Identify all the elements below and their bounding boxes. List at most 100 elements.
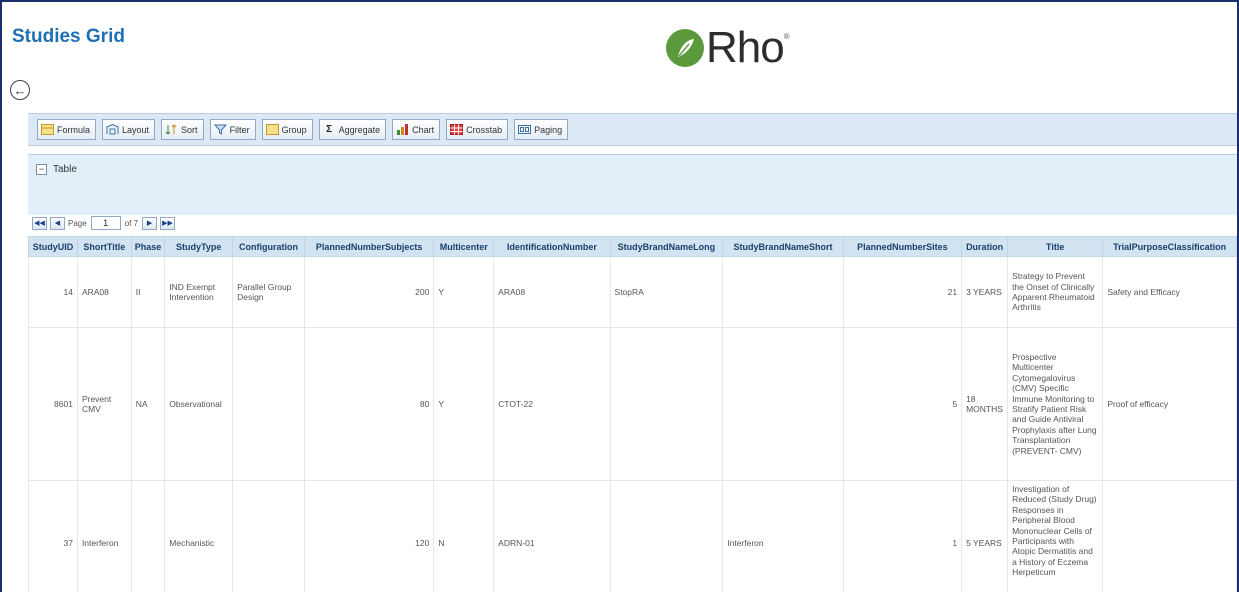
rho-leaf-icon (666, 29, 704, 67)
cell-plannednumbersites: 1 (842, 480, 963, 592)
cell-studybrandnameshort (722, 256, 844, 328)
column-header[interactable]: Title (1007, 236, 1104, 257)
cell-phase (130, 480, 166, 592)
cell-multicenter: Y (433, 327, 495, 481)
table-row[interactable]: 37 Interferon Mechanistic 120 N ADRN-01 … (28, 480, 1237, 592)
rho-logo: Rho ® (666, 26, 790, 70)
sort-button[interactable]: Sort (161, 119, 204, 140)
cell-multicenter: N (433, 480, 495, 592)
formula-button[interactable]: Formula (37, 119, 97, 140)
group-icon (265, 124, 279, 135)
column-header[interactable]: StudyType (164, 236, 234, 257)
page-number-input[interactable]: 1 (90, 216, 121, 230)
chart-button[interactable]: Chart (392, 119, 441, 140)
cell-configuration (232, 480, 305, 592)
cell-title: Investigation of Reduced (Study Drug) Re… (1007, 480, 1104, 592)
paging-label: Paging (534, 124, 563, 135)
chart-label: Chart (412, 124, 435, 135)
group-label: Group (281, 124, 307, 135)
page-title: Studies Grid (12, 26, 125, 47)
cell-phase: II (130, 256, 166, 328)
cell-identificationnumber: CTOT-22 (493, 327, 611, 481)
toolbar: Formula Layout Sort Filter Group Σ Aggre… (28, 113, 1237, 146)
last-page-icon[interactable]: ▶▶ (160, 216, 176, 230)
pager: ◀◀ ◀ Page 1 of 7 ▶ ▶▶ (32, 216, 178, 230)
column-header[interactable]: ShortTitle (76, 236, 132, 257)
logo-registered: ® (783, 32, 790, 41)
column-header[interactable]: StudyBrandNameLong (609, 236, 724, 257)
filter-label: Filter (229, 124, 250, 135)
cell-configuration: Parallel Group Design (232, 256, 305, 328)
cell-plannednumbersubjects: 200 (303, 256, 435, 328)
cell-studybrandnameshort (722, 327, 844, 481)
cell-plannednumbersites: 21 (842, 256, 963, 328)
cell-studyuid: 8601 (28, 327, 78, 481)
cell-trialpurposeclassification: Safety and Efficacy (1102, 256, 1237, 328)
cell-identificationnumber: ADRN-01 (493, 480, 611, 592)
group-button[interactable]: Group (261, 119, 313, 140)
cell-multicenter: Y (433, 256, 495, 328)
filter-icon (213, 124, 227, 135)
layout-icon (106, 123, 119, 135)
cell-studybrandnamelong (609, 480, 724, 592)
cell-plannednumbersites: 5 (842, 327, 963, 481)
back-arrow-icon[interactable]: ← (10, 80, 30, 100)
crosstab-icon (450, 124, 464, 135)
column-header[interactable]: StudyUID (28, 236, 78, 257)
next-page-icon[interactable]: ▶ (142, 216, 158, 230)
column-header[interactable]: PlannedNumberSubjects (303, 236, 435, 257)
crosstab-button[interactable]: Crosstab (446, 119, 509, 140)
cell-configuration (232, 327, 305, 481)
cell-title: Prospective Multicenter Cytomegalovirus … (1007, 327, 1104, 481)
cell-duration: 3 YEARS (961, 256, 1009, 328)
column-header[interactable]: Configuration (232, 236, 305, 257)
aggregate-button[interactable]: Σ Aggregate (318, 119, 387, 140)
cell-shorttitle: Interferon (76, 480, 132, 592)
paging-button[interactable]: Paging (514, 119, 569, 140)
cell-trialpurposeclassification (1102, 480, 1237, 592)
cell-shorttitle: ARA08 (76, 256, 132, 328)
filter-button[interactable]: Filter (209, 119, 256, 140)
formula-label: Formula (57, 124, 91, 135)
column-header[interactable]: Multicenter (433, 236, 495, 257)
sort-icon (165, 124, 178, 135)
crosstab-label: Crosstab (466, 124, 503, 135)
table-row[interactable]: 8601 Prevent CMV NA Observational 80 Y C… (28, 327, 1237, 481)
column-header[interactable]: Duration (961, 236, 1009, 257)
cell-studybrandnamelong (609, 327, 724, 481)
prev-page-icon[interactable]: ◀ (50, 216, 65, 230)
cell-identificationnumber: ARA08 (493, 256, 611, 328)
table-panel: − Table (28, 154, 1237, 215)
layout-button[interactable]: Layout (102, 119, 156, 140)
paging-icon (518, 124, 532, 135)
table-panel-header: − Table (36, 164, 77, 175)
cell-studyuid: 37 (28, 480, 78, 592)
cell-studytype: Observational (164, 327, 234, 481)
layout-label: Layout (122, 124, 150, 135)
column-header[interactable]: PlannedNumberSites (842, 236, 963, 257)
cell-studytype: Mechanistic (164, 480, 234, 592)
cell-duration: 5 YEARS (961, 480, 1009, 592)
cell-phase: NA (130, 327, 166, 481)
cell-studybrandnamelong: StopRA (609, 256, 724, 328)
cell-studytype: IND Exempt Intervention (164, 256, 234, 328)
first-page-icon[interactable]: ◀◀ (32, 216, 47, 230)
collapse-icon[interactable]: − (36, 164, 47, 175)
formula-icon (41, 124, 54, 135)
cell-studyuid: 14 (28, 256, 78, 328)
page-label: Page (68, 218, 87, 228)
column-header[interactable]: TrialPurposeClassification (1102, 236, 1237, 257)
cell-plannednumbersubjects: 120 (303, 480, 435, 592)
cell-title: Strategy to Prevent the Onset of Clinica… (1007, 256, 1104, 328)
studies-table: StudyUID ShortTitle Phase StudyType Conf… (28, 236, 1237, 592)
column-header[interactable]: IdentificationNumber (493, 236, 611, 257)
table-header-row: StudyUID ShortTitle Phase StudyType Conf… (28, 236, 1237, 257)
column-header[interactable]: Phase (130, 236, 166, 257)
sort-label: Sort (181, 124, 198, 135)
column-header[interactable]: StudyBrandNameShort (722, 236, 844, 257)
page-count-label: of 7 (124, 218, 139, 228)
chart-icon (396, 124, 409, 135)
app-frame: Studies Grid Rho ® ← Formula Layout Sort… (0, 0, 1239, 592)
aggregate-label: Aggregate (338, 124, 381, 135)
table-row[interactable]: 14 ARA08 II IND Exempt Intervention Para… (28, 256, 1237, 328)
